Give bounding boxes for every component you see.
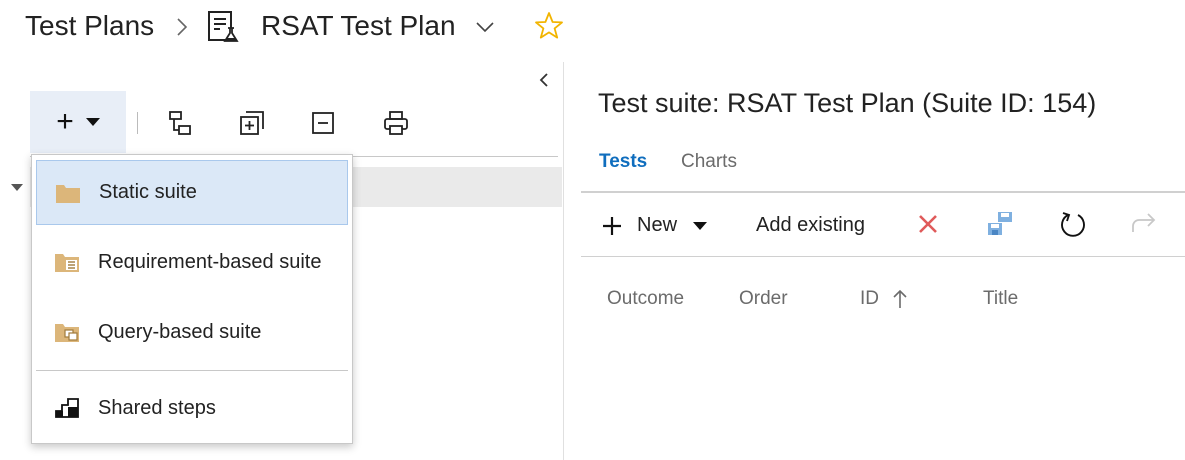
menu-item-shared-steps[interactable]: Shared steps [36, 377, 348, 439]
column-header-order[interactable]: Order [739, 288, 788, 310]
delete-icon[interactable] [917, 213, 939, 235]
new-test-button[interactable]: New [600, 210, 710, 242]
plan-dropdown-chevron-icon[interactable] [475, 21, 495, 33]
column-header-id[interactable]: ID [860, 288, 879, 310]
favorite-star-icon[interactable] [533, 10, 565, 42]
add-suite-menu: Static suite Requirement-based suite Que… [31, 154, 353, 444]
requirement-folder-icon [54, 251, 80, 273]
breadcrumb-root[interactable]: Test Plans [25, 8, 154, 44]
suite-title: Test suite: RSAT Test Plan (Suite ID: 15… [598, 88, 1097, 118]
add-plus-label: + [56, 105, 74, 138]
save-to-suite-icon[interactable] [986, 210, 1016, 238]
column-header-outcome[interactable]: Outcome [607, 288, 684, 310]
command-bar-divider [581, 256, 1185, 257]
tab-underline-divider [581, 191, 1185, 193]
menu-item-label: Static suite [99, 181, 197, 203]
collapse-all-icon [312, 112, 334, 134]
collapse-pane-chevron-icon[interactable] [537, 72, 551, 88]
menu-item-requirement-based-suite[interactable]: Requirement-based suite [36, 229, 348, 295]
print-button[interactable] [379, 106, 413, 140]
collapse-tree-button[interactable] [163, 106, 197, 140]
expand-all-button[interactable] [235, 106, 269, 140]
menu-item-label: Requirement-based suite [98, 250, 322, 273]
test-plan-icon [207, 10, 241, 44]
caret-down-icon [693, 222, 707, 230]
shared-steps-icon [54, 397, 80, 419]
expand-all-icon [240, 111, 264, 135]
new-label: New [637, 214, 678, 236]
breadcrumb-chevron-icon [176, 17, 188, 37]
tree-expand-caret-icon[interactable] [11, 184, 23, 192]
sort-ascending-arrow-icon [891, 288, 909, 310]
redo-icon [1130, 212, 1158, 236]
menu-divider [36, 370, 348, 371]
menu-item-label: Query-based suite [98, 320, 262, 343]
breadcrumb-current-plan[interactable]: RSAT Test Plan [261, 8, 456, 44]
folder-icon [55, 182, 81, 204]
menu-item-label: Shared steps [98, 396, 216, 419]
plus-icon [603, 217, 621, 235]
add-existing-button[interactable]: Add existing [756, 214, 865, 237]
column-header-title[interactable]: Title [983, 288, 1018, 310]
pane-splitter[interactable] [563, 62, 564, 460]
collapse-tree-icon [169, 111, 191, 135]
add-suite-button[interactable]: + [30, 91, 126, 153]
menu-item-query-based-suite[interactable]: Query-based suite [36, 299, 348, 365]
query-folder-icon [54, 321, 80, 343]
toolbar-divider [137, 112, 138, 134]
tab-charts[interactable]: Charts [681, 151, 737, 173]
caret-down-icon [85, 118, 100, 126]
tab-tests[interactable]: Tests [599, 151, 647, 173]
menu-item-static-suite[interactable]: Static suite [36, 160, 348, 225]
collapse-all-button[interactable] [306, 106, 340, 140]
print-icon [384, 111, 408, 135]
refresh-icon[interactable] [1059, 210, 1087, 238]
